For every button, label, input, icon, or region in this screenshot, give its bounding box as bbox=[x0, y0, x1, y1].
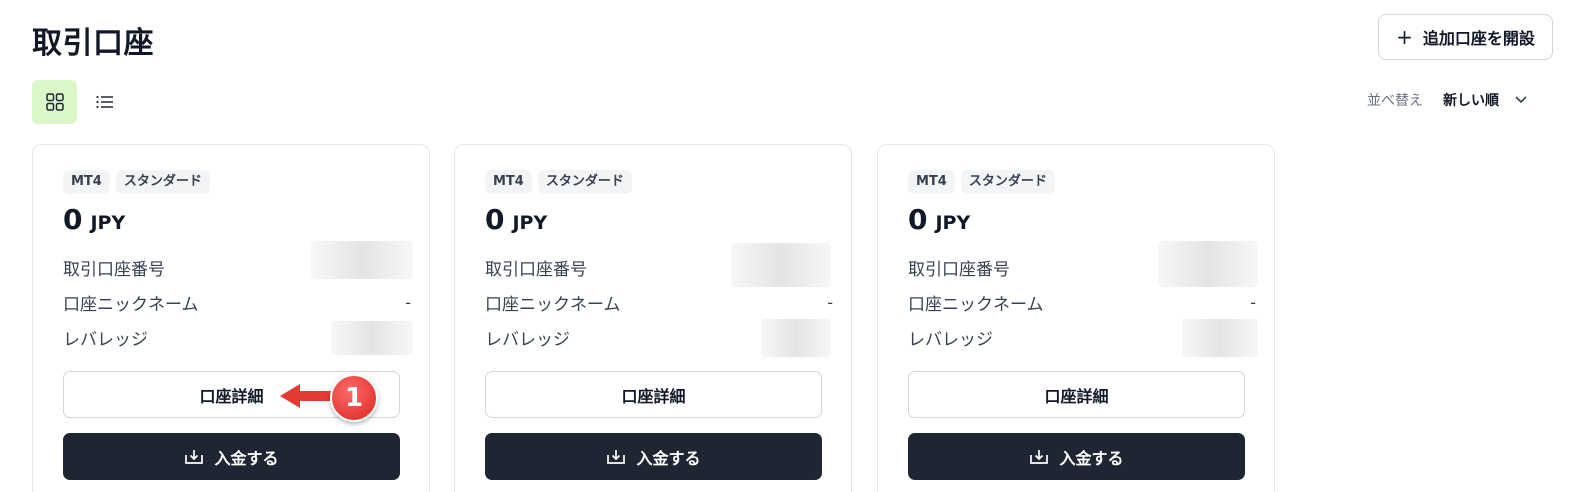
account-card: MT4 スタンダード 0 JPY 取引口座番号 口座ニックネーム - レバレッジ… bbox=[32, 144, 430, 492]
account-detail-button[interactable]: 口座詳細 bbox=[908, 371, 1245, 418]
sort-label: 並べ替え bbox=[1367, 93, 1423, 109]
account-number-value-redacted bbox=[731, 243, 831, 287]
balance: 0 JPY bbox=[485, 203, 547, 236]
platform-badge: MT4 bbox=[485, 170, 532, 194]
platform-badge: MT4 bbox=[908, 170, 955, 194]
download-icon bbox=[607, 449, 626, 464]
balance-currency: JPY bbox=[90, 212, 126, 234]
account-number-label: 取引口座番号 bbox=[485, 259, 587, 280]
balance-amount: 0 bbox=[485, 203, 505, 236]
account-number-label: 取引口座番号 bbox=[908, 259, 1010, 280]
annotation-step-badge: 1 bbox=[330, 374, 378, 422]
account-type-badge: スタンダード bbox=[537, 170, 632, 194]
leverage-label: レバレッジ bbox=[63, 329, 148, 350]
open-additional-account-label: 追加口座を開設 bbox=[1422, 29, 1535, 48]
download-icon bbox=[1030, 449, 1049, 464]
account-number-label: 取引口座番号 bbox=[63, 259, 165, 280]
nickname-row: 口座ニックネーム - bbox=[485, 290, 833, 315]
view-toggle bbox=[32, 80, 127, 124]
nickname-row: 口座ニックネーム - bbox=[908, 290, 1256, 315]
leverage-label: レバレッジ bbox=[485, 329, 570, 350]
deposit-label: 入金する bbox=[214, 448, 279, 468]
balance: 0 JPY bbox=[63, 203, 125, 236]
balance-currency: JPY bbox=[512, 212, 548, 234]
grid-view-button[interactable] bbox=[32, 80, 77, 124]
account-type-badge: スタンダード bbox=[115, 170, 210, 194]
nickname-label: 口座ニックネーム bbox=[63, 294, 199, 315]
account-detail-button[interactable]: 口座詳細 bbox=[485, 371, 822, 418]
chevron-down-icon[interactable] bbox=[1515, 96, 1527, 104]
nickname-value: - bbox=[1250, 292, 1256, 312]
sort-select[interactable]: 新しい順 bbox=[1443, 90, 1499, 110]
open-additional-account-button[interactable]: + 追加口座を開設 bbox=[1378, 14, 1553, 60]
leverage-label: レバレッジ bbox=[908, 329, 993, 350]
deposit-label: 入金する bbox=[636, 448, 701, 468]
nickname-value: - bbox=[405, 292, 411, 312]
plus-icon: + bbox=[1396, 25, 1413, 49]
deposit-button[interactable]: 入金する bbox=[63, 433, 400, 480]
annotation-arrow-icon bbox=[280, 384, 336, 408]
platform-badge: MT4 bbox=[63, 170, 110, 194]
leverage-value-redacted bbox=[1182, 319, 1258, 357]
leverage-value-redacted bbox=[761, 319, 831, 357]
deposit-label: 入金する bbox=[1059, 448, 1124, 468]
balance: 0 JPY bbox=[908, 203, 970, 236]
deposit-button[interactable]: 入金する bbox=[485, 433, 822, 480]
account-type-badge: スタンダード bbox=[960, 170, 1055, 194]
grid-icon bbox=[45, 93, 64, 111]
list-view-button[interactable] bbox=[82, 80, 127, 124]
account-card: MT4 スタンダード 0 JPY 取引口座番号 口座ニックネーム - レバレッジ… bbox=[454, 144, 852, 492]
sort-control: 並べ替え 新しい順 bbox=[1367, 90, 1527, 110]
download-icon bbox=[185, 449, 204, 464]
nickname-value: - bbox=[827, 292, 833, 312]
list-icon bbox=[95, 95, 113, 109]
balance-amount: 0 bbox=[908, 203, 928, 236]
page-title: 取引口座 bbox=[32, 26, 154, 61]
balance-amount: 0 bbox=[63, 203, 83, 236]
deposit-button[interactable]: 入金する bbox=[908, 433, 1245, 480]
account-number-value-redacted bbox=[1158, 241, 1258, 287]
nickname-label: 口座ニックネーム bbox=[908, 294, 1044, 315]
leverage-value-redacted bbox=[331, 321, 413, 355]
balance-currency: JPY bbox=[935, 212, 971, 234]
nickname-label: 口座ニックネーム bbox=[485, 294, 621, 315]
nickname-row: 口座ニックネーム - bbox=[63, 290, 411, 315]
account-number-value-redacted bbox=[311, 241, 413, 279]
account-card: MT4 スタンダード 0 JPY 取引口座番号 口座ニックネーム - レバレッジ… bbox=[877, 144, 1275, 492]
